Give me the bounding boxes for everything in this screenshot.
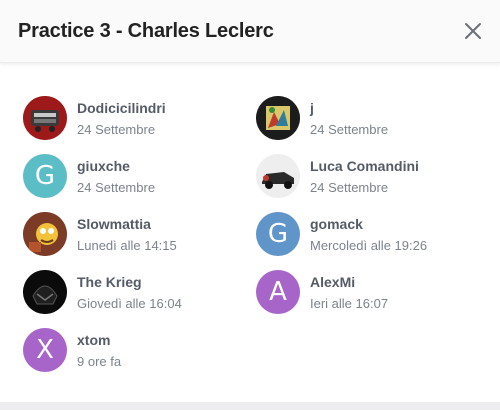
reaction-time: 24 Settembre [77, 122, 156, 137]
list-item[interactable]: Luca Comandini 24 Settembre [256, 154, 476, 204]
reactions-modal: Practice 3 - Charles Leclerc Dodicicilin… [0, 0, 500, 410]
avatar [23, 270, 67, 314]
list-item[interactable]: G gomack Mercoledì alle 19:26 [256, 212, 476, 262]
user-name: giuxche [77, 158, 130, 174]
modal-title: Practice 3 - Charles Leclerc [18, 20, 274, 42]
avatar-letter: X [36, 335, 54, 365]
reaction-time: 9 ore fa [77, 354, 122, 369]
reaction-time: Lunedì alle 14:15 [77, 238, 177, 253]
reaction-time: Ieri alle 16:07 [310, 296, 389, 311]
reaction-time: 24 Settembre [77, 180, 156, 195]
user-name: gomack [310, 216, 363, 232]
user-name: AlexMi [310, 274, 356, 290]
avatar [23, 96, 67, 140]
reaction-time: 24 Settembre [310, 122, 389, 137]
avatar-letter: G [267, 219, 289, 249]
list-item[interactable]: The Krieg Giovedì alle 16:04 [23, 270, 243, 320]
avatar: A [256, 270, 300, 314]
avatar: X [23, 328, 67, 372]
user-name: Dodicicilindri [77, 100, 166, 116]
user-name: xtom [77, 332, 111, 348]
list-item[interactable]: X xtom 9 ore fa [23, 328, 243, 378]
list-item[interactable]: Slowmattia Lunedì alle 14:15 [23, 212, 243, 262]
user-name: j [310, 100, 314, 116]
modal-header: Practice 3 - Charles Leclerc [0, 0, 500, 63]
reaction-time: Mercoledì alle 19:26 [310, 238, 428, 253]
avatar [256, 96, 300, 140]
reaction-time: Giovedì alle 16:04 [77, 296, 182, 311]
user-name: The Krieg [77, 274, 142, 290]
cartoon-photo-icon [23, 212, 67, 256]
avatar-letter: A [269, 277, 287, 307]
avatar-letter: G [34, 161, 56, 191]
art-photo-icon [256, 96, 300, 140]
car-engine-photo-icon [23, 96, 67, 140]
avatar [256, 154, 300, 198]
list-item[interactable]: G giuxche 24 Settembre [23, 154, 243, 204]
close-icon[interactable] [464, 22, 482, 40]
avatar [23, 212, 67, 256]
modal-bottom-edge [0, 402, 500, 410]
car-photo-icon [256, 154, 300, 198]
user-name: Slowmattia [77, 216, 151, 232]
avatar: G [23, 154, 67, 198]
list-item[interactable]: Dodicicilindri 24 Settembre [23, 96, 243, 146]
reaction-time: 24 Settembre [310, 180, 389, 195]
user-name: Luca Comandini [310, 158, 419, 174]
avatar: G [256, 212, 300, 256]
list-item[interactable]: A AlexMi Ieri alle 16:07 [256, 270, 476, 320]
list-item[interactable]: j 24 Settembre [256, 96, 476, 146]
dark-helmet-photo-icon [23, 270, 67, 314]
